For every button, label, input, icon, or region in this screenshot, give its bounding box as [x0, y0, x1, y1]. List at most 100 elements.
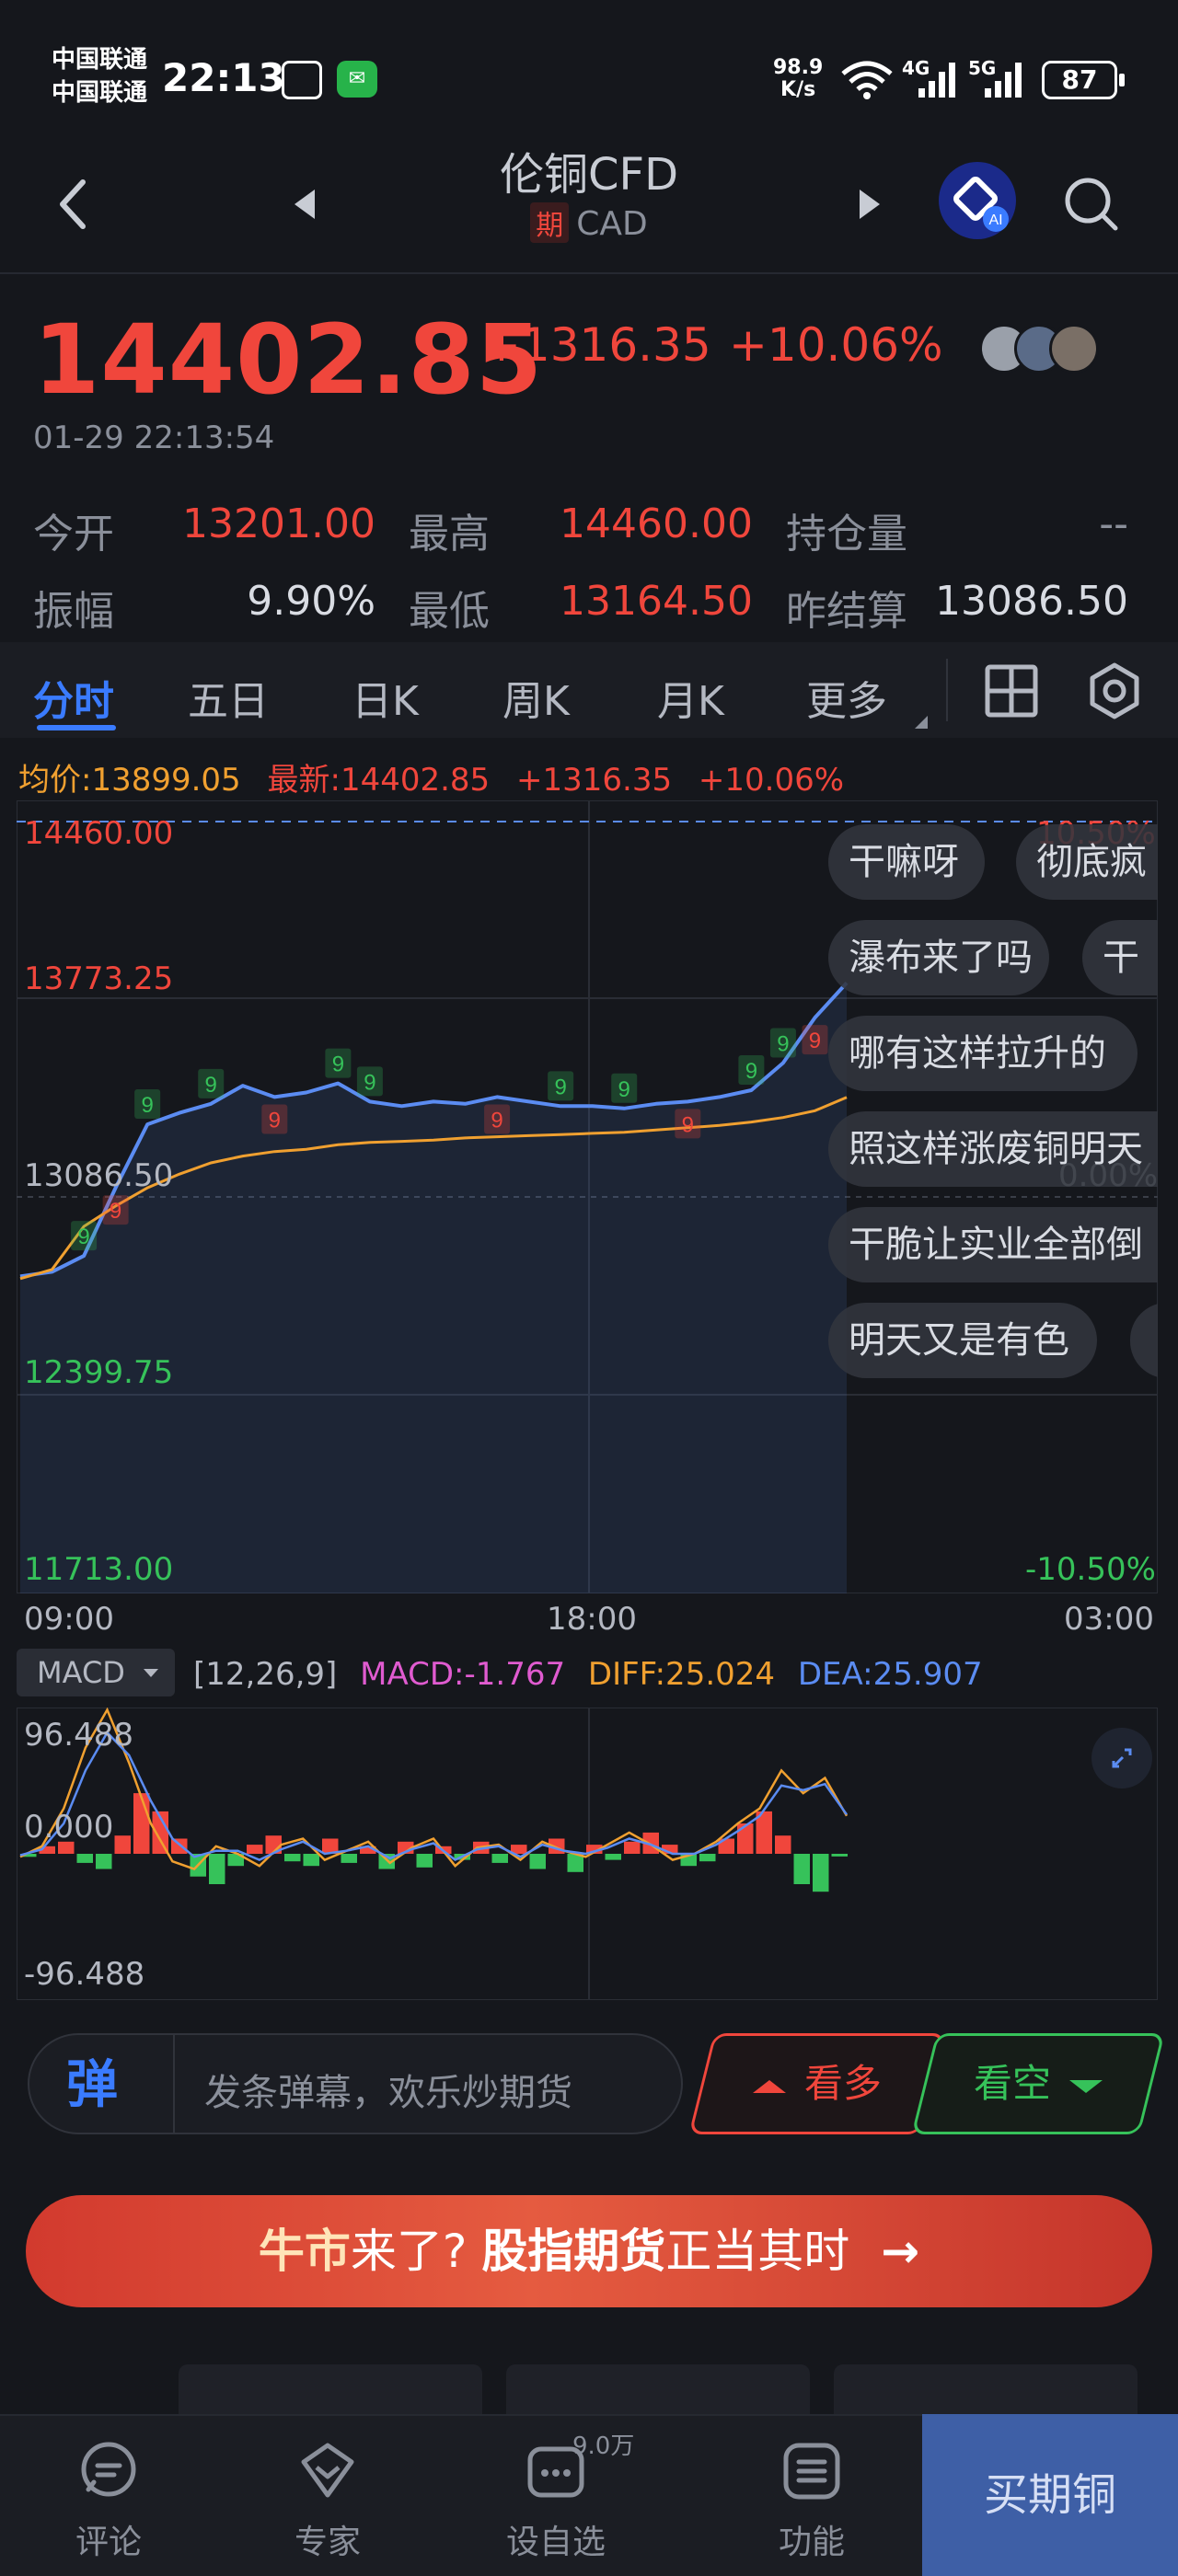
bearish-label: 看空: [973, 2061, 1051, 2106]
promo-banner[interactable]: 牛市来了? 股指期货正当其时 →: [26, 2195, 1152, 2307]
arrow-down-icon: [1069, 2079, 1103, 2093]
grid-layout-icon[interactable]: [983, 662, 1040, 719]
search-icon[interactable]: [1062, 175, 1121, 234]
ai-assistant-button[interactable]: AI: [939, 162, 1016, 239]
bearish-button[interactable]: 看空: [911, 2033, 1165, 2134]
danmaku-input[interactable]: 弹 发条弹幕，欢乐炒期货: [28, 2033, 683, 2134]
tab-intraday[interactable]: 分时: [33, 668, 114, 727]
tab-five-day[interactable]: 五日: [188, 668, 269, 727]
wechat-icon: ✉: [337, 61, 377, 98]
danmaku-bubble[interactable]: 干脆让实业全部倒: [828, 1207, 1158, 1282]
more-dropdown-icon: [915, 716, 928, 729]
macd-header: MACD [12,26,9] MACD:-1.767 DIFF:25.024 D…: [17, 1649, 1158, 1700]
chart-period-tabs: 分时 五日 日K 周K 月K 更多: [0, 642, 1178, 738]
open-label: 今开: [33, 511, 114, 558]
battery-tip: [1119, 74, 1125, 86]
danmaku-bubble[interactable]: 照这样涨废铜明天: [828, 1111, 1158, 1187]
settings-icon[interactable]: [1084, 661, 1145, 721]
ai-icon: AI: [953, 177, 1009, 232]
tabbar-functions[interactable]: 功能: [720, 2416, 904, 2576]
trade-marker: 9: [364, 1070, 375, 1095]
watchlist-count-badge: 9.0万: [572, 2432, 635, 2460]
tabbar-label: 设自选: [505, 2524, 606, 2561]
macd-axis-bottom: -96.488: [24, 1956, 145, 1993]
change-pct-legend: +10.06%: [698, 762, 845, 799]
danmaku-bubble[interactable]: 哪有这样拉升的: [828, 1016, 1138, 1091]
danmaku-bubble[interactable]: 彻底疯: [1016, 824, 1158, 900]
chevron-down-icon: [144, 1669, 158, 1677]
signal-4g-icon: [918, 63, 955, 98]
macd-bar: [96, 1854, 112, 1869]
net-speed-unit: K/s: [780, 78, 816, 101]
banner-text-d: 正当其时: [665, 2225, 850, 2278]
low-label: 最低: [409, 588, 490, 635]
trade-marker: 9: [491, 1108, 502, 1133]
tab-monthly-k[interactable]: 月K: [657, 668, 724, 727]
trade-marker: 9: [205, 1073, 217, 1098]
macd-value: MACD:-1.767: [360, 1656, 566, 1693]
avatar: [1049, 324, 1099, 374]
macd-bar: [209, 1854, 225, 1884]
prev-settle-value: 13086.50: [935, 578, 1128, 625]
trade-marker: 9: [269, 1108, 281, 1133]
macd-bar: [416, 1854, 433, 1868]
next-contract-icon[interactable]: [856, 186, 884, 223]
amplitude-label: 振幅: [33, 588, 114, 635]
content-card[interactable]: [506, 2364, 810, 2420]
tabbar-label: 评论: [75, 2524, 142, 2561]
status-bar: 中国联通 中国联通 22:13 ✉ 98.9 K/s 4G 5G 87: [0, 0, 1178, 138]
header-bar: 伦铜CFD 期 CAD AI: [0, 138, 1178, 274]
x-axis-label-mid: 18:00: [547, 1601, 637, 1638]
wifi-icon: [841, 61, 893, 99]
y-axis-label-4: 12399.75: [24, 1354, 174, 1391]
macd-axis-top: 96.488: [24, 1717, 133, 1754]
banner-text-a: 牛市: [258, 2225, 351, 2278]
tabbar-label: 专家: [294, 2524, 361, 2561]
price-change-pct: +10.06%: [729, 318, 943, 372]
content-card[interactable]: [834, 2364, 1138, 2420]
trade-marker: 9: [618, 1077, 630, 1102]
signal-5g-icon: [985, 63, 1022, 98]
danmaku-bubble[interactable]: 干嘛呀: [828, 824, 985, 900]
trade-marker: 9: [777, 1031, 789, 1056]
futures-badge: 期: [530, 202, 570, 243]
y-axis-label-bottom: 11713.00: [24, 1551, 174, 1588]
bullish-label: 看多: [803, 2061, 882, 2106]
bullish-button[interactable]: 看多: [688, 2033, 946, 2134]
tabbar-expert[interactable]: 专家: [236, 2416, 420, 2576]
watcher-avatars[interactable]: [979, 324, 1099, 375]
danmaku-bubble[interactable]: 瀑布来了吗: [828, 920, 1049, 995]
back-icon[interactable]: [55, 177, 92, 232]
danmaku-bubble[interactable]: 明天又是有色: [828, 1303, 1097, 1378]
trade-marker: 9: [141, 1093, 153, 1118]
tabbar-watchlist[interactable]: 9.0万 设自选: [464, 2416, 648, 2576]
prev-settle-label: 昨结算: [786, 588, 907, 635]
buy-futures-button[interactable]: 买期铜: [922, 2414, 1178, 2576]
danmaku-bubble[interactable]: [1130, 1303, 1158, 1378]
content-card[interactable]: [179, 2364, 482, 2420]
tab-daily-k[interactable]: 日K: [352, 668, 419, 727]
menu-icon: [783, 2443, 840, 2500]
fullscreen-button[interactable]: [1091, 1728, 1152, 1788]
prev-contract-icon[interactable]: [291, 186, 318, 223]
avg-price-legend: 均价:13899.05: [18, 762, 241, 799]
svg-text:AI: AI: [988, 213, 1002, 228]
tab-more[interactable]: 更多: [806, 668, 887, 727]
high-value: 14460.00: [560, 500, 753, 547]
high-label: 最高: [409, 511, 490, 558]
macd-bar: [491, 1854, 508, 1863]
expert-icon: [301, 2443, 354, 2498]
indicator-select-value: MACD: [37, 1655, 125, 1690]
page-subtitle: 期 CAD: [405, 202, 773, 243]
pct-axis-label-bottom: -10.50%: [1025, 1551, 1156, 1588]
tabbar-comment[interactable]: 评论: [17, 2416, 201, 2576]
danmaku-icon: 弹: [66, 2055, 118, 2115]
low-value: 13164.50: [560, 578, 753, 625]
trade-marker: 9: [554, 1075, 566, 1099]
indicator-select[interactable]: MACD: [17, 1649, 175, 1696]
macd-chart[interactable]: [17, 1708, 1158, 2000]
danmaku-bubble[interactable]: 干: [1082, 920, 1158, 995]
danmaku-placeholder: 发条弹幕，欢乐炒期货: [204, 2072, 572, 2114]
amplitude-value: 9.90%: [247, 578, 375, 625]
tab-weekly-k[interactable]: 周K: [502, 668, 570, 727]
